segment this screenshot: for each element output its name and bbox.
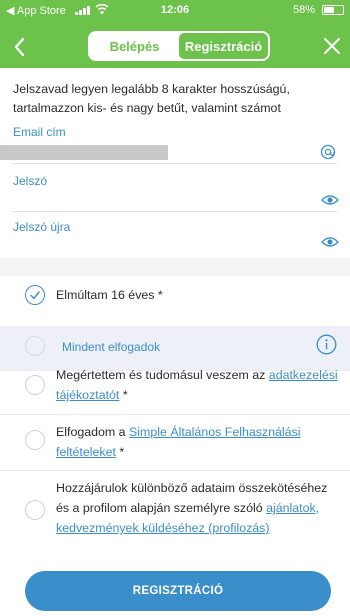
terms-suffix: * (115, 445, 125, 459)
email-field[interactable] (0, 145, 168, 160)
age-label: Elmúltam 16 éves * (56, 288, 163, 302)
password-confirm-field[interactable] (13, 232, 313, 252)
email-icon (320, 144, 336, 160)
tab-login[interactable]: Belépés (90, 33, 179, 59)
password-underline (13, 211, 337, 212)
accept-all-row[interactable] (0, 326, 350, 370)
password-hint: Jelszavad legyen legalább 8 karakter hos… (13, 82, 290, 115)
accept-all-checkbox[interactable] (25, 336, 45, 356)
tab-register[interactable]: Regisztráció (179, 33, 268, 59)
privacy-text: Megértettem és tudomásul veszem az (56, 368, 269, 382)
privacy-label: Megértettem és tudomásul veszem az adatk… (56, 365, 338, 405)
divider (0, 414, 350, 415)
info-icon[interactable] (316, 334, 337, 355)
terms-text: Elfogadom a (56, 425, 130, 439)
auth-tab-switcher: Belépés Regisztráció (88, 31, 270, 61)
privacy-checkbox[interactable] (25, 375, 45, 395)
status-bar: ◀ App Store 12:06 58% (0, 0, 350, 20)
profiling-label: Hozzájárulok különböző adataim összeköté… (56, 478, 338, 538)
accept-all-label: Mindent elfogadok (62, 340, 161, 354)
privacy-suffix: * (119, 388, 128, 402)
show-password-eye-icon[interactable] (321, 193, 339, 207)
divider (0, 470, 350, 471)
register-button[interactable]: REGISZTRÁCIÓ (25, 571, 331, 611)
show-password-confirm-eye-icon[interactable] (321, 235, 339, 249)
checkmark-icon (30, 291, 40, 300)
email-label: Email cím (13, 125, 66, 139)
password-field[interactable] (13, 186, 313, 206)
terms-label: Elfogadom a Simple Általános Felhasználá… (56, 422, 338, 462)
battery-icon (322, 5, 344, 15)
close-icon[interactable] (322, 35, 342, 57)
section-divider (0, 258, 350, 276)
email-underline (13, 163, 337, 164)
profiling-checkbox[interactable] (25, 500, 45, 520)
app-header: ◀ App Store 12:06 58% Belépés Regisztrác… (0, 0, 350, 68)
age-checkbox[interactable] (25, 285, 45, 305)
terms-checkbox[interactable] (25, 430, 45, 450)
back-arrow-icon[interactable] (10, 34, 30, 60)
battery-percent: 58% (293, 4, 316, 16)
